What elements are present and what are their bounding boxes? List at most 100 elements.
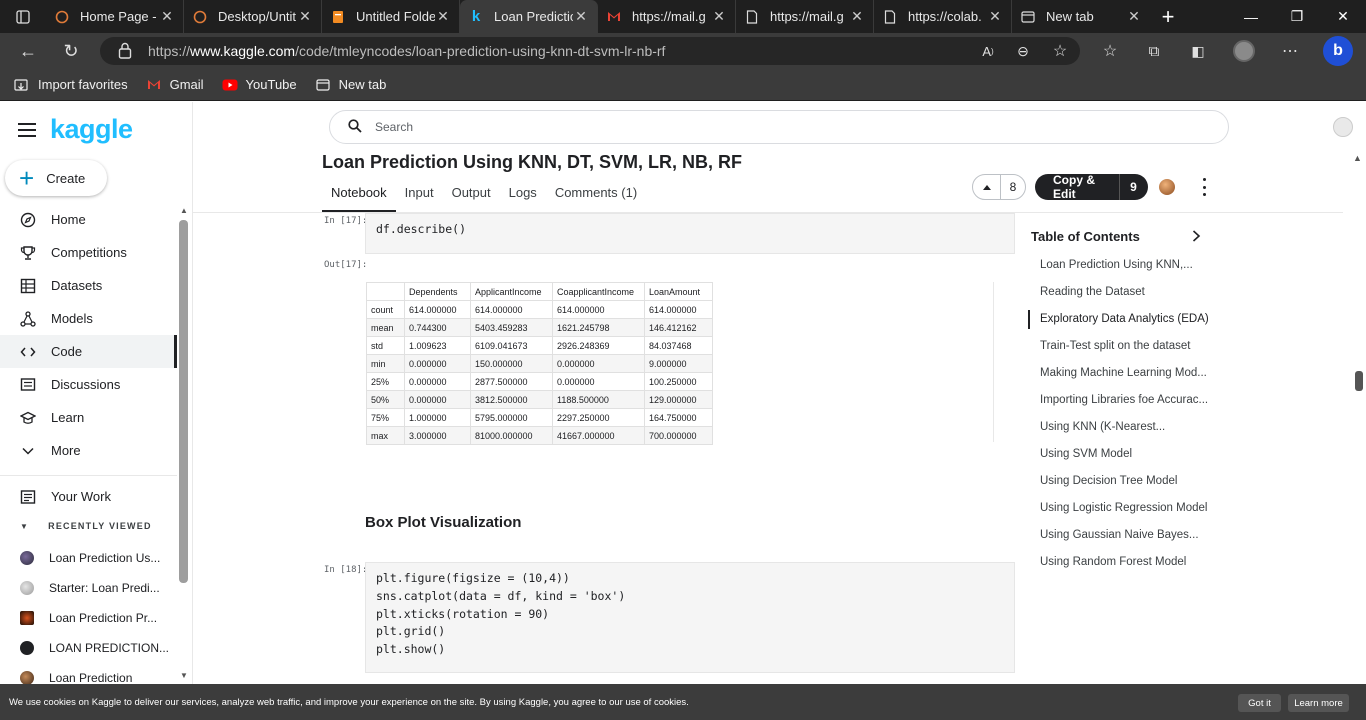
favorites-icon[interactable]: ☆ [1097, 39, 1123, 63]
toc-item[interactable]: Reading the Dataset [1040, 286, 1145, 298]
sidebar-item-models[interactable]: Models [0, 302, 177, 335]
sidebar-item-datasets[interactable]: Datasets [0, 269, 177, 302]
toc-item[interactable]: Making Machine Learning Mod... [1040, 367, 1207, 379]
close-icon[interactable]: ✕ [297, 8, 313, 25]
hamburger-menu-icon[interactable] [18, 122, 36, 137]
recent-item[interactable]: Loan Prediction Us... [20, 551, 160, 565]
chevron-down-icon [20, 443, 36, 459]
browser-tab[interactable]: https://colab. ✕ [874, 0, 1012, 33]
recent-item-label: Loan Prediction Us... [49, 551, 161, 565]
close-window-icon[interactable]: ✕ [1320, 0, 1366, 33]
code-line: plt.grid() [376, 624, 446, 639]
split-screen-icon[interactable]: ◧ [1185, 39, 1211, 63]
upvote-button[interactable]: 8 [972, 174, 1026, 200]
toc-item[interactable]: Using SVM Model [1040, 448, 1132, 460]
toc-item[interactable]: Using KNN (K-Nearest... [1040, 421, 1165, 433]
toc-item[interactable]: Using Logistic Regression Model [1040, 502, 1207, 514]
chevron-right-icon[interactable] [1189, 229, 1203, 243]
minimize-icon[interactable]: — [1228, 0, 1274, 33]
close-icon[interactable]: ✕ [159, 8, 175, 25]
browser-tab-active[interactable]: k Loan Predictio ✕ [460, 0, 598, 33]
new-tab-plus-icon[interactable]: + [1150, 0, 1186, 33]
toc-item[interactable]: Using Decision Tree Model [1040, 475, 1177, 487]
fav-import-favorites[interactable]: Import favorites [14, 77, 128, 92]
fav-new-tab[interactable]: New tab [315, 77, 386, 92]
lock-icon[interactable] [118, 42, 132, 59]
sidebar-item-code[interactable]: Code [0, 335, 177, 368]
add-favorite-star-icon[interactable]: ☆ [1047, 39, 1073, 63]
collections-icon[interactable]: ⧉ [1141, 39, 1167, 63]
table-cell: 0.000000 [552, 372, 645, 391]
recent-item[interactable]: Starter: Loan Predi... [20, 581, 160, 595]
fav-youtube[interactable]: YouTube [222, 77, 297, 92]
table-cell: 614.000000 [470, 300, 553, 319]
recent-item[interactable]: Loan Prediction Pr... [20, 611, 157, 625]
toc-item[interactable]: Using Random Forest Model [1040, 556, 1186, 568]
table-cell: 614.000000 [404, 300, 471, 319]
models-icon [20, 310, 36, 327]
fav-gmail[interactable]: Gmail [146, 77, 204, 92]
recently-viewed-header[interactable]: ▼ RECENTLY VIEWED [20, 521, 152, 531]
table-row: max 3.000000 81000.000000 41667.000000 700.0… [366, 426, 713, 445]
read-aloud-icon[interactable]: A) [975, 39, 1001, 63]
copy-edit-button[interactable]: Copy & Edit 9 [1035, 173, 1148, 201]
bing-copilot-icon[interactable]: b [1323, 36, 1353, 66]
more-options-icon[interactable] [1197, 178, 1211, 196]
address-bar[interactable]: https://www.kaggle.com/code/tmleyncodes/… [100, 37, 1080, 65]
restore-icon[interactable]: ❐ [1274, 0, 1320, 33]
kaggle-logo[interactable]: kaggle [50, 114, 133, 145]
tab-output[interactable]: Output [443, 182, 500, 212]
sidebar-item-more[interactable]: More [0, 434, 177, 467]
code-cell[interactable]: df.describe() [365, 213, 1015, 254]
sidebar-item-competitions[interactable]: Competitions [0, 236, 177, 269]
sidebar-item-your-work[interactable]: Your Work [0, 480, 177, 513]
recent-item-label: Loan Prediction Pr... [49, 611, 158, 625]
code-cell[interactable]: plt.figure(figsize = (10,4)) sns.catplot… [365, 562, 1015, 673]
close-icon[interactable]: ✕ [435, 8, 451, 25]
close-icon[interactable]: ✕ [711, 8, 727, 25]
page-scrollbar-thumb[interactable] [1355, 371, 1363, 391]
sidebar-item-learn[interactable]: Learn [0, 401, 177, 434]
toc-item[interactable]: Train-Test split on the dataset [1040, 340, 1190, 352]
toc-item[interactable]: Loan Prediction Using KNN,... [1040, 259, 1193, 271]
recent-item[interactable]: Loan Prediction [20, 671, 132, 685]
close-icon[interactable]: ✕ [1126, 8, 1142, 25]
page-scroll-up-icon[interactable]: ▲ [1353, 153, 1362, 163]
back-arrow-icon[interactable]: ← [15, 39, 41, 63]
toc-item[interactable]: Importing Libraries foe Accurac... [1040, 394, 1208, 406]
sidebar-scroll-down-icon[interactable]: ▼ [180, 671, 188, 680]
sidebar-item-home[interactable]: Home [0, 203, 177, 236]
author-avatar[interactable] [1159, 179, 1175, 195]
zoom-icon[interactable]: ⊖ [1010, 39, 1036, 63]
browser-tab[interactable]: Untitled Folde ✕ [322, 0, 460, 33]
sidebar-item-discussions[interactable]: Discussions [0, 368, 177, 401]
tab-logs[interactable]: Logs [500, 182, 546, 212]
search-input[interactable]: Search [329, 110, 1229, 144]
recent-item[interactable]: LOAN PREDICTION... [20, 641, 169, 655]
upvote-arrow-icon[interactable] [973, 174, 1001, 200]
tab-comments[interactable]: Comments (1) [546, 182, 646, 212]
close-icon[interactable]: ✕ [573, 8, 589, 25]
user-avatar[interactable] [1333, 117, 1353, 137]
sidebar-scroll-up-icon[interactable]: ▲ [180, 206, 188, 215]
learn-more-button[interactable]: Learn more [1288, 694, 1349, 712]
tab-notebook[interactable]: Notebook [322, 182, 396, 212]
browser-tab[interactable]: https://mail.g ✕ [736, 0, 874, 33]
profile-avatar-icon[interactable] [1233, 40, 1255, 62]
sidebar-scrollbar[interactable] [179, 220, 188, 583]
browser-tab[interactable]: Desktop/Untit ✕ [184, 0, 322, 33]
more-menu-icon[interactable]: ⋯ [1277, 39, 1303, 63]
tab-input[interactable]: Input [396, 182, 443, 212]
toc-item-active[interactable]: Exploratory Data Analytics (EDA) [1040, 313, 1209, 325]
close-icon[interactable]: ✕ [849, 8, 865, 25]
tab-actions-icon[interactable] [0, 0, 46, 33]
create-button[interactable]: + Create [5, 160, 107, 196]
got-it-button[interactable]: Got it [1238, 694, 1281, 712]
close-icon[interactable]: ✕ [987, 8, 1003, 25]
browser-tab[interactable]: https://mail.g ✕ [598, 0, 736, 33]
browser-tab[interactable]: New tab ✕ [1012, 0, 1150, 33]
page-icon [882, 9, 898, 25]
reload-icon[interactable]: ↻ [58, 39, 84, 63]
browser-tab[interactable]: Home Page - ✕ [46, 0, 184, 33]
toc-item[interactable]: Using Gaussian Naive Bayes... [1040, 529, 1199, 541]
